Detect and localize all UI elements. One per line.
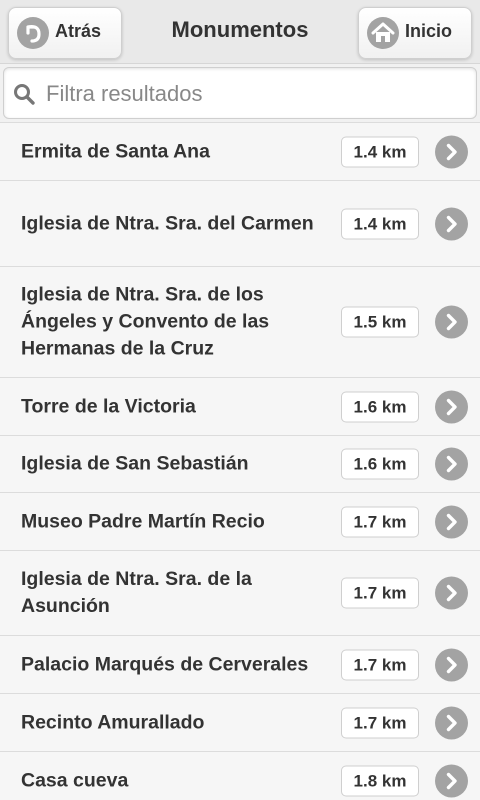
header-bar: Atrás Monumentos Inicio	[0, 0, 480, 64]
distance-badge: 1.6 km	[341, 448, 419, 480]
list-item[interactable]: Recinto Amurallado 1.7 km	[0, 694, 480, 752]
list-item-name: Torre de la Victoria	[21, 395, 196, 417]
list-item-name: Iglesia de San Sebastián	[21, 452, 249, 475]
list-item[interactable]: Iglesia de Ntra. Sra. del Carmen 1.4 km	[0, 181, 480, 267]
monument-list: Ermita de Santa Ana 1.4 km Iglesia de Nt…	[0, 122, 480, 800]
list-item[interactable]: Museo Padre Martín Recio 1.7 km	[0, 493, 480, 551]
distance-badge: 1.7 km	[341, 649, 419, 680]
back-button[interactable]: Atrás	[8, 7, 122, 59]
chevron-right-icon[interactable]	[435, 207, 468, 240]
back-arrow-icon	[17, 17, 49, 49]
list-item-name: Recinto Amurallado	[21, 711, 205, 733]
list-item-name: Iglesia de Ntra. Sra. de los Ángeles y C…	[21, 283, 270, 360]
list-item-name: Museo Padre Martín Recio	[21, 510, 265, 532]
home-icon	[367, 17, 399, 49]
home-button[interactable]: Inicio	[358, 7, 472, 59]
list-item-name: Ermita de Santa Ana	[21, 140, 210, 162]
list-item[interactable]: Torre de la Victoria 1.6 km	[0, 378, 480, 436]
chevron-right-icon[interactable]	[435, 447, 468, 481]
distance-badge: 1.7 km	[341, 707, 419, 738]
chevron-right-icon[interactable]	[435, 648, 468, 681]
chevron-right-icon[interactable]	[435, 764, 468, 797]
search-box[interactable]	[3, 67, 477, 119]
list-item-name: Palacio Marqués de Cerverales	[21, 653, 309, 675]
list-item[interactable]: Casa cueva 1.8 km	[0, 752, 480, 800]
chevron-right-icon[interactable]	[435, 135, 468, 168]
chevron-right-icon[interactable]	[435, 706, 468, 739]
chevron-right-icon[interactable]	[435, 505, 468, 538]
list-item-name: Iglesia de Ntra. Sra. de la Asunción	[21, 568, 252, 617]
list-item[interactable]: Iglesia de Ntra. Sra. de los Ángeles y C…	[0, 267, 480, 378]
list-item[interactable]: Iglesia de San Sebastián 1.6 km	[0, 436, 480, 493]
search-bar	[0, 64, 480, 122]
search-input[interactable]	[44, 74, 468, 114]
page-title: Monumentos	[171, 17, 309, 42]
chevron-right-icon[interactable]	[435, 576, 468, 610]
home-label: Inicio	[405, 20, 453, 41]
list-item-name: Iglesia de Ntra. Sra. del Carmen	[21, 212, 314, 234]
distance-badge: 1.7 km	[341, 577, 419, 609]
distance-badge: 1.5 km	[341, 306, 419, 338]
list-item[interactable]: Palacio Marqués de Cerverales 1.7 km	[0, 636, 480, 694]
list-item[interactable]: Ermita de Santa Ana 1.4 km	[0, 123, 480, 181]
chevron-right-icon[interactable]	[435, 305, 468, 339]
app: Atrás Monumentos Inicio Filtra resultado…	[0, 0, 480, 800]
chevron-right-icon[interactable]	[435, 390, 468, 423]
distance-badge: 1.7 km	[341, 506, 419, 537]
list-item[interactable]: Iglesia de Ntra. Sra. de la Asunción 1.7…	[0, 551, 480, 636]
distance-badge: 1.4 km	[341, 208, 419, 239]
list-item-name: Casa cueva	[21, 769, 129, 791]
distance-badge: 1.4 km	[341, 136, 419, 167]
search-icon	[12, 82, 36, 106]
distance-badge: 1.6 km	[341, 391, 419, 422]
distance-badge: 1.8 km	[341, 765, 419, 796]
back-label: Atrás	[55, 20, 102, 41]
